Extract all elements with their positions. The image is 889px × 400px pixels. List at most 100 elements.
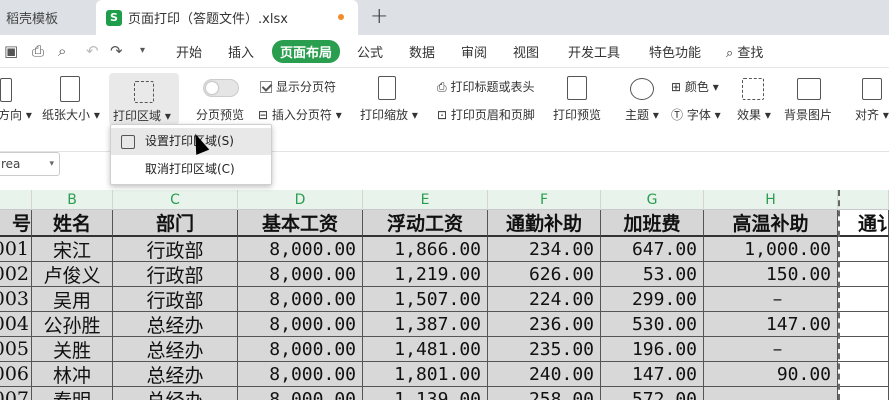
table-cell[interactable] xyxy=(838,337,889,362)
menu-formulas[interactable]: 公式 xyxy=(357,42,383,61)
tab-templates[interactable]: 稻壳模板 xyxy=(0,0,96,35)
header-cell[interactable]: 通勤补助 xyxy=(488,210,601,237)
table-cell[interactable]: 8,000.00 xyxy=(238,237,363,262)
paper-size-button[interactable]: 纸张大小 ▾ xyxy=(42,106,100,123)
table-cell[interactable]: 004 xyxy=(0,312,32,337)
new-tab-icon[interactable]: + xyxy=(370,4,388,29)
table-cell[interactable]: 258.00 xyxy=(488,387,601,400)
show-page-breaks-checkbox[interactable]: 显示分页符 xyxy=(260,78,336,95)
table-cell[interactable]: 8,000.00 xyxy=(238,387,363,400)
header-cell[interactable]: 加班费 xyxy=(601,210,704,237)
fonts-button[interactable]: Ⓣ 字体 ▾ xyxy=(671,106,721,123)
table-cell[interactable]: 8,000.00 xyxy=(238,287,363,312)
align-icon[interactable] xyxy=(862,78,882,100)
table-cell[interactable]: 秦明 xyxy=(32,387,113,400)
table-cell[interactable]: 53.00 xyxy=(601,262,704,287)
page-break-preview-label[interactable]: 分页预览 xyxy=(196,106,244,123)
header-cell[interactable]: 高温补助 xyxy=(704,210,838,237)
theme-button[interactable]: 主题 ▾ xyxy=(625,106,659,123)
menu-insert[interactable]: 插入 xyxy=(228,42,254,61)
table-cell[interactable]: 530.00 xyxy=(601,312,704,337)
header-cell[interactable]: 通讠 xyxy=(838,210,889,237)
table-cell[interactable]: 003 xyxy=(0,287,32,312)
save-icon[interactable]: ▣ xyxy=(4,42,18,60)
table-cell[interactable]: 公孙胜 xyxy=(32,312,113,337)
table-cell[interactable]: 572.00 xyxy=(601,387,704,400)
table-cell[interactable]: 1,387.00 xyxy=(363,312,488,337)
column-header[interactable]: F xyxy=(488,190,601,210)
unsaved-dot-icon[interactable] xyxy=(338,14,344,20)
table-cell[interactable]: 行政部 xyxy=(113,237,238,262)
table-cell[interactable]: 236.00 xyxy=(488,312,601,337)
header-cell[interactable]: 号 xyxy=(0,210,32,237)
table-cell[interactable] xyxy=(838,387,889,400)
insert-page-break-button[interactable]: ⊟ 插入分页符 ▾ xyxy=(258,106,342,123)
table-cell[interactable]: 1,507.00 xyxy=(363,287,488,312)
header-cell[interactable]: 基本工资 xyxy=(238,210,363,237)
print-area-button[interactable]: 打印区域 ▾ xyxy=(109,73,179,125)
print-scaling-icon[interactable] xyxy=(378,76,396,100)
table-cell[interactable]: 总经办 xyxy=(113,337,238,362)
menu-view[interactable]: 视图 xyxy=(513,42,539,61)
menu-page-layout[interactable]: 页面布局 xyxy=(272,40,341,63)
table-cell[interactable]: 林冲 xyxy=(32,362,113,387)
table-cell[interactable]: 1,481.00 xyxy=(363,337,488,362)
table-cell[interactable]: 1,866.00 xyxy=(363,237,488,262)
effects-button[interactable]: 效果 ▾ xyxy=(737,106,771,123)
name-box[interactable]: rea ▾ xyxy=(0,152,60,176)
align-button[interactable]: 对齐 ▾ xyxy=(855,106,889,123)
table-cell[interactable]: 005 xyxy=(0,337,32,362)
menu-features[interactable]: 特色功能 xyxy=(649,42,701,61)
table-cell[interactable]: 8,000.00 xyxy=(238,362,363,387)
table-cell[interactable]: 关胜 xyxy=(32,337,113,362)
table-cell[interactable]: 147.00 xyxy=(601,362,704,387)
column-header[interactable]: E xyxy=(363,190,488,210)
background-image-icon[interactable] xyxy=(797,78,821,100)
paper-size-icon[interactable] xyxy=(60,76,80,102)
column-header[interactable]: G xyxy=(601,190,704,210)
table-cell[interactable]: – xyxy=(704,337,838,362)
column-header[interactable]: H xyxy=(704,190,838,210)
table-cell[interactable] xyxy=(838,262,889,287)
table-cell[interactable]: 001 xyxy=(0,237,32,262)
table-cell[interactable] xyxy=(838,312,889,337)
table-cell[interactable]: 1,219.00 xyxy=(363,262,488,287)
menu-developer[interactable]: 开发工具 xyxy=(568,42,620,61)
menu-home[interactable]: 开始 xyxy=(176,42,202,61)
menu-data[interactable]: 数据 xyxy=(409,42,435,61)
print-preview-big-icon[interactable] xyxy=(567,76,587,100)
page-break-preview-toggle[interactable] xyxy=(203,79,239,97)
header-cell[interactable]: 浮动工资 xyxy=(363,210,488,237)
table-cell[interactable]: 8,000.00 xyxy=(238,337,363,362)
print-scaling-button[interactable]: 打印缩放 ▾ xyxy=(360,106,418,123)
table-cell[interactable]: 647.00 xyxy=(601,237,704,262)
search-button[interactable]: ⌕ 查找 xyxy=(726,42,763,61)
table-cell[interactable]: 235.00 xyxy=(488,337,601,362)
tab-file[interactable]: S 页面打印（答题文件）.xlsx xyxy=(96,0,358,35)
column-header[interactable]: C xyxy=(113,190,238,210)
table-cell[interactable]: 宋江 xyxy=(32,237,113,262)
table-cell[interactable]: 行政部 xyxy=(113,262,238,287)
colors-button[interactable]: ⊞ 颜色 ▾ xyxy=(671,78,719,95)
print-icon[interactable]: ⎙ xyxy=(32,42,44,60)
table-cell[interactable]: 006 xyxy=(0,362,32,387)
undo-icon[interactable]: ↶ xyxy=(86,42,99,60)
effects-icon[interactable] xyxy=(742,78,764,100)
table-cell[interactable]: 总经办 xyxy=(113,312,238,337)
table-cell[interactable]: 总经办 xyxy=(113,362,238,387)
theme-icon[interactable] xyxy=(630,78,654,100)
table-cell[interactable]: 总经办 xyxy=(113,387,238,400)
table-cell[interactable]: 240.00 xyxy=(488,362,601,387)
print-titles-button[interactable]: ⎙ 打印标题或表头 xyxy=(437,78,534,95)
column-header[interactable]: B xyxy=(32,190,113,210)
table-cell[interactable]: 吴用 xyxy=(32,287,113,312)
column-header[interactable] xyxy=(838,190,889,210)
table-cell[interactable]: 8,000.00 xyxy=(238,312,363,337)
table-cell[interactable]: 234.00 xyxy=(488,237,601,262)
table-cell[interactable]: 196.00 xyxy=(601,337,704,362)
column-header-a[interactable] xyxy=(0,190,32,210)
header-cell[interactable]: 姓名 xyxy=(32,210,113,237)
table-cell[interactable]: 卢俊义 xyxy=(32,262,113,287)
table-cell[interactable] xyxy=(838,287,889,312)
table-cell[interactable]: 90.00 xyxy=(704,362,838,387)
